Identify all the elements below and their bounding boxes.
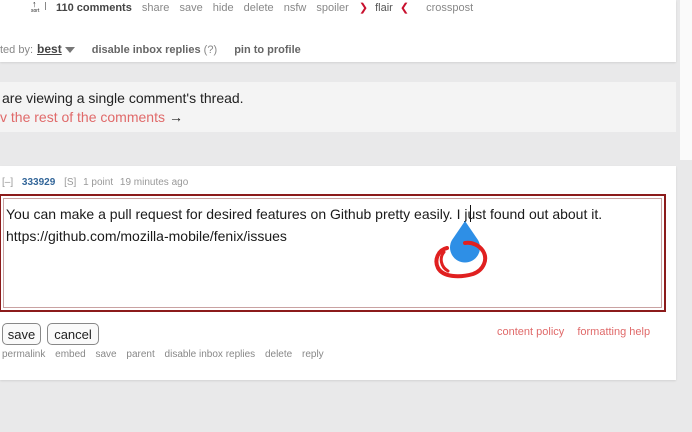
flair-label: flair (375, 2, 393, 14)
comment-points: 1 point (83, 177, 114, 188)
comments-link[interactable]: 110 comments (56, 2, 132, 14)
view-rest-link[interactable]: v the rest of the comments → (0, 109, 183, 125)
share-link[interactable]: share (142, 2, 170, 14)
save-button[interactable]: save (2, 323, 41, 345)
save-link[interactable]: save (179, 2, 202, 14)
reply-link[interactable]: reply (302, 349, 324, 360)
divider (45, 2, 46, 10)
nsfw-link[interactable]: nsfw (284, 2, 307, 14)
flair-link[interactable]: ❯ flair ❮ (359, 2, 416, 14)
embed-link[interactable]: embed (55, 349, 86, 360)
single-thread-notice: are viewing a single comment's thread. (2, 90, 244, 106)
disable-inbox-replies-link[interactable]: disable inbox replies (?) (92, 44, 217, 56)
permalink-link[interactable]: permalink (2, 349, 45, 360)
submitter-tag: [S] (64, 177, 77, 188)
comment-action-links: permalink embed save parent disable inbo… (2, 349, 331, 360)
delete-link[interactable]: delete (244, 2, 274, 14)
formatting-help-link[interactable]: formatting help (577, 326, 650, 338)
comment-author[interactable]: 333929 (22, 177, 55, 188)
parent-link[interactable]: parent (126, 349, 154, 360)
disable-inbox-label: disable inbox replies (91, 44, 201, 56)
editor-help-links: content policy formatting help (497, 326, 650, 338)
comment-age: 19 minutes ago (119, 177, 189, 188)
collapse-toggle[interactable]: [–] (2, 177, 13, 188)
delete-link[interactable]: delete (265, 349, 292, 360)
help-mark[interactable]: (?) (204, 44, 217, 56)
arrow-right-icon: → (168, 109, 183, 125)
right-sidebar-edge (680, 0, 692, 160)
view-rest-label[interactable]: v the rest of the comments (0, 109, 165, 125)
chevron-down-icon[interactable] (64, 47, 75, 54)
save-link[interactable]: save (96, 349, 117, 360)
cancel-button[interactable]: cancel (47, 323, 99, 345)
sort-select[interactable]: best (37, 42, 62, 56)
score-small-label: sort (31, 8, 40, 14)
spoiler-link[interactable]: spoiler (316, 2, 348, 14)
crosspost-link[interactable]: crosspost (426, 2, 473, 14)
pin-to-profile-link[interactable]: pin to profile (234, 44, 301, 56)
content-policy-link[interactable]: content policy (497, 326, 564, 338)
comment-text-value[interactable]: You can make a pull request for desired … (6, 203, 656, 247)
disable-inbox-replies-link[interactable]: disable inbox replies (165, 349, 256, 360)
hide-link[interactable]: hide (213, 2, 234, 14)
score-icon[interactable]: ↑ sort (30, 0, 46, 14)
comment-header: [–] 333929 [S] 1 point 19 minutes ago (2, 177, 188, 188)
flair-right-chevron-icon: ❮ (399, 2, 410, 14)
sort-prefix: ted by: (0, 44, 34, 56)
flair-left-chevron-icon: ❯ (358, 2, 369, 14)
red-circle-annotation-inner (439, 250, 450, 273)
post-action-links: 110 comments share save hide delete nsfw… (56, 1, 480, 14)
text-selection-handle-icon[interactable] (432, 218, 490, 282)
sort-row: ted by: best disable inbox replies (?) pi… (0, 42, 301, 56)
